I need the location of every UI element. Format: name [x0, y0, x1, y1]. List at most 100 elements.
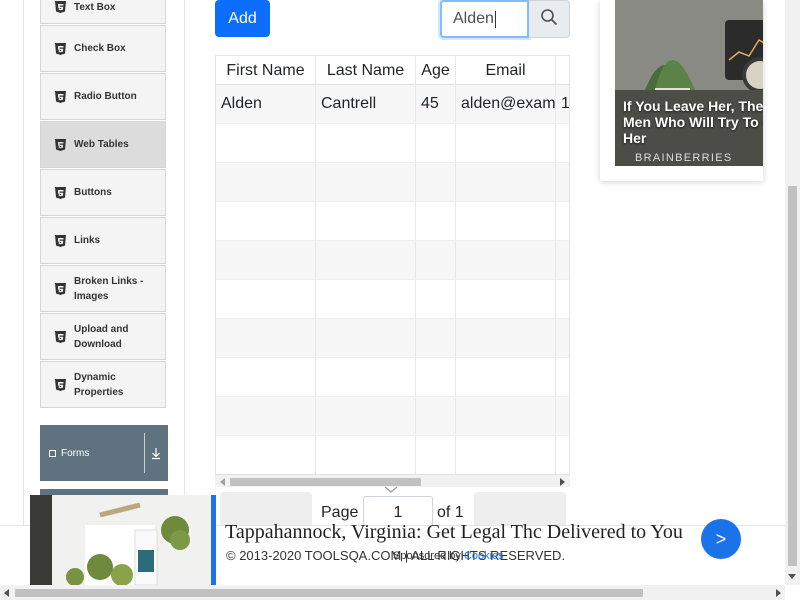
column-header-last-name[interactable]: Last Name	[316, 56, 416, 85]
scroll-right-icon[interactable]	[560, 478, 565, 486]
table-cell	[416, 436, 456, 474]
sidebar-item-label: Web Tables	[74, 139, 129, 150]
html5-icon	[54, 1, 66, 13]
table-cell	[216, 436, 316, 474]
table-cell	[556, 241, 569, 279]
column-header-email[interactable]: Email	[456, 56, 556, 85]
table-cell	[316, 319, 416, 357]
table-row	[216, 241, 569, 280]
table-cell	[416, 319, 456, 357]
table-row	[216, 202, 569, 241]
table-cell	[416, 358, 456, 396]
web-table: First Name Last Name Age Email Alden Can…	[215, 55, 570, 487]
sponsored-prefix: Sponsored by	[393, 550, 464, 562]
table-row	[216, 280, 569, 319]
scroll-left-icon[interactable]	[4, 589, 9, 597]
table-cell	[556, 319, 569, 357]
table-body: Alden Cantrell 45 alden@example.com 1200…	[216, 85, 569, 475]
table-cell: Alden	[216, 85, 316, 123]
table-cell	[216, 397, 316, 435]
table-row	[216, 397, 569, 436]
column-header-salary[interactable]	[556, 56, 569, 85]
table-row: Alden Cantrell 45 alden@example.com 1200…	[216, 85, 569, 124]
sidebar-group-label: Forms	[61, 447, 90, 459]
sidebar-item-check-box[interactable]: Check Box	[40, 25, 166, 72]
table-cell: 45	[416, 85, 456, 123]
ad-accent-bar	[211, 495, 216, 585]
table-cell	[316, 241, 416, 279]
table-cell	[416, 124, 456, 162]
ad-headline[interactable]: If You Leave Her, There's Men Who Will T…	[623, 98, 763, 146]
text-caret	[494, 10, 496, 28]
table-cell	[456, 163, 556, 201]
scroll-left-icon[interactable]	[220, 478, 225, 486]
table-cell	[556, 436, 569, 474]
search-input[interactable]: Alden	[440, 0, 529, 38]
side-ad-card[interactable]: If You Leave Her, There's Men Who Will T…	[600, 0, 763, 181]
sidebar-item-label: Buttons	[74, 187, 112, 198]
table-cell	[316, 202, 416, 240]
table-cell	[216, 241, 316, 279]
sidebar-item-text-box[interactable]: Text Box	[40, 0, 166, 24]
sidebar-item-broken-links[interactable]: Broken Links - Images	[40, 265, 166, 312]
table-cell	[416, 280, 456, 318]
sidebar-group-forms[interactable]: Forms	[40, 425, 168, 481]
sidebar-item-links[interactable]: Links	[40, 217, 166, 264]
scrollbar-thumb[interactable]	[788, 186, 797, 566]
group-divider	[144, 433, 145, 473]
table-cell	[316, 124, 416, 162]
sponsored-label: Sponsored by Cookies	[393, 550, 504, 562]
table-cell	[416, 202, 456, 240]
table-header-row: First Name Last Name Age Email	[216, 56, 569, 85]
table-cell	[316, 436, 416, 474]
sidebar-item-label: Links	[74, 235, 101, 246]
search-input-value: Alden	[453, 10, 494, 27]
form-icon	[49, 449, 56, 457]
search-button[interactable]	[529, 0, 570, 38]
table-cell	[416, 241, 456, 279]
table-row	[216, 163, 569, 202]
table-cell	[456, 319, 556, 357]
html5-icon	[54, 42, 66, 55]
sidebar-item-upload-download[interactable]: Upload and Download	[40, 313, 166, 360]
table-cell: Cantrell	[316, 85, 416, 123]
sidebar-item-label: Radio Button	[74, 91, 137, 102]
table-cell	[316, 358, 416, 396]
sidebar-item-label: Check Box	[74, 43, 126, 54]
table-cell	[316, 397, 416, 435]
sidebar-item-buttons[interactable]: Buttons	[40, 169, 166, 216]
table-row	[216, 124, 569, 163]
html5-icon	[54, 378, 66, 391]
table-cell	[456, 280, 556, 318]
sponsor-link[interactable]: Cookies	[464, 550, 504, 562]
ad-headline[interactable]: Tappahannock, Virginia: Get Legal Thc De…	[225, 521, 683, 544]
page-vertical-scrollbar[interactable]	[785, 0, 800, 585]
html5-icon	[54, 138, 66, 151]
ad-brand: BRAINBERRIES	[635, 152, 733, 164]
table-row	[216, 358, 569, 397]
ad-next-button[interactable]: >	[701, 519, 741, 559]
column-header-age[interactable]: Age	[416, 56, 456, 85]
scroll-down-icon[interactable]	[788, 574, 796, 579]
html5-icon	[54, 330, 66, 343]
scrollbar-thumb[interactable]	[15, 589, 643, 597]
scroll-right-icon[interactable]	[776, 589, 781, 597]
column-header-first-name[interactable]: First Name	[216, 56, 316, 85]
table-cell	[216, 358, 316, 396]
sidebar-item-dynamic-properties[interactable]: Dynamic Properties	[40, 361, 166, 408]
add-record-button[interactable]: Add	[215, 0, 270, 37]
table-cell	[216, 163, 316, 201]
chevron-down-icon[interactable]	[150, 445, 162, 461]
table-cell	[216, 319, 316, 357]
sidebar-item-label: Broken Links - Images	[74, 275, 144, 302]
table-cell	[456, 358, 556, 396]
sidebar-item-radio-button[interactable]: Radio Button	[40, 73, 166, 120]
table-cell	[456, 202, 556, 240]
table-cell	[556, 358, 569, 396]
sidebar-item-web-tables[interactable]: Web Tables	[40, 121, 166, 168]
page-horizontal-scrollbar[interactable]	[0, 585, 785, 600]
bottom-ad-banner[interactable]: Tappahannock, Virginia: Get Legal Thc De…	[30, 495, 785, 585]
table-cell	[556, 124, 569, 162]
ad-image	[30, 495, 211, 585]
chevron-down-icon	[384, 481, 398, 493]
